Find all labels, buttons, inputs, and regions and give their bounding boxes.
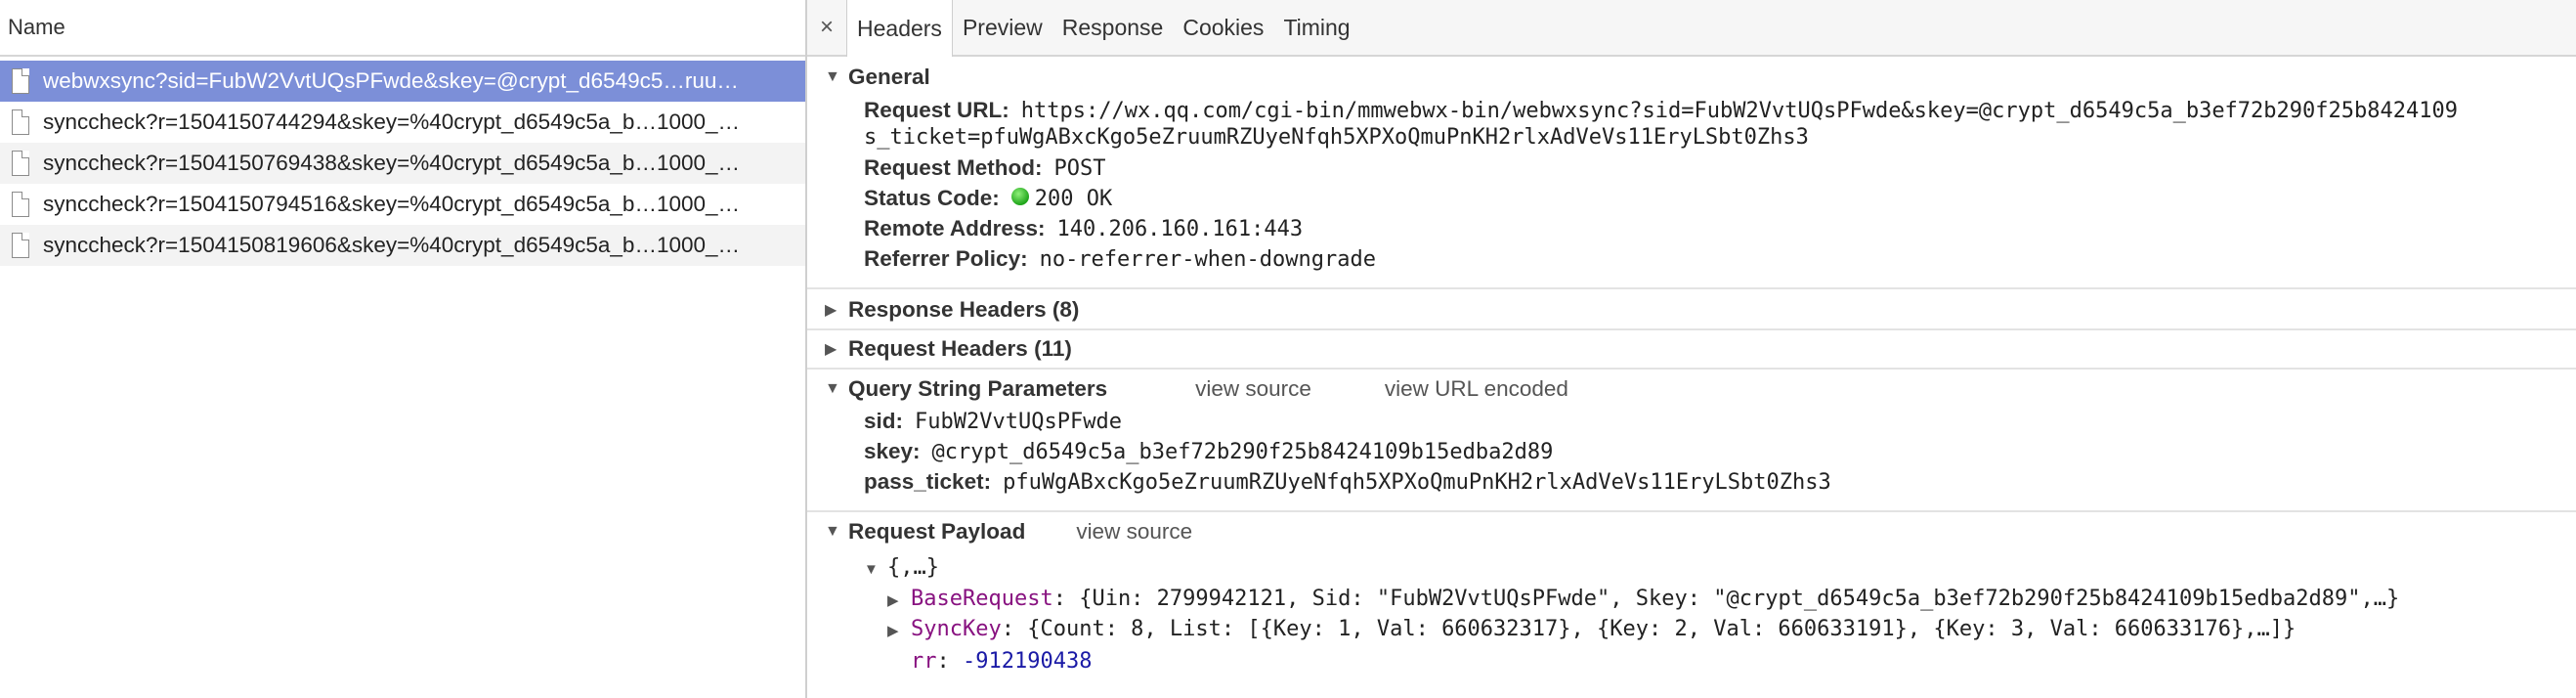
status-ok-icon — [1010, 188, 1029, 205]
query-string-title: Query String Parameters — [848, 376, 1108, 401]
document-icon — [12, 233, 29, 258]
query-view-source-link[interactable]: view source — [1195, 376, 1311, 402]
referrer-policy-label: Referrer Policy: — [864, 246, 1028, 271]
request-method-row: Request Method: POST — [864, 155, 1105, 181]
query-param-key: skey: — [864, 439, 921, 463]
response-headers-section[interactable]: ▶ Response Headers (8) — [807, 294, 2576, 326]
remote-address-row: Remote Address: 140.206.160.161:443 — [864, 216, 1303, 241]
request-url-row: Request URL: https://wx.qq.com/cgi-bin/m… — [864, 98, 2458, 123]
remote-address-label: Remote Address: — [864, 216, 1046, 240]
network-request-list: Name webwxsync?sid=FubW2VvtUQsPFwde&skey… — [0, 0, 807, 698]
section-divider — [807, 510, 2576, 512]
request-name: synccheck?r=1504150794516&skey=%40crypt_… — [43, 192, 741, 216]
payload-value: {Count: 8, List: [{Key: 1, Val: 66063231… — [1027, 617, 2297, 641]
payload-key: rr — [911, 649, 937, 674]
payload-view-source-link[interactable]: view source — [1076, 519, 1192, 545]
request-name: synccheck?r=1504150769438&skey=%40crypt_… — [43, 151, 741, 175]
section-divider — [807, 287, 2576, 289]
section-divider — [807, 328, 2576, 330]
request-url-label: Request URL: — [864, 98, 1009, 122]
document-icon — [12, 109, 29, 135]
payload-base-request[interactable]: ▶ BaseRequest: {Uin: 2799942121, Sid: "Fu… — [887, 587, 2399, 611]
status-code-row: Status Code: 200 OK — [864, 186, 1112, 211]
request-method-value: POST — [1053, 156, 1106, 181]
status-code-value: 200 OK — [1034, 187, 1113, 211]
request-payload-title: Request Payload — [848, 519, 1026, 544]
request-name: webwxsync?sid=FubW2VvtUQsPFwde&skey=@cry… — [43, 68, 739, 93]
request-headers-title: Request Headers (11) — [848, 336, 1072, 361]
status-code-label: Status Code: — [864, 186, 1000, 210]
query-param-row: skey: @crypt_d6549c5a_b3ef72b290f25b8424… — [864, 439, 1553, 464]
request-row-synccheck-3[interactable]: synccheck?r=1504150794516&skey=%40crypt_… — [0, 184, 805, 225]
query-param-key: pass_ticket: — [864, 469, 992, 494]
query-param-key: sid: — [864, 409, 904, 433]
request-row-synccheck-2[interactable]: synccheck?r=1504150769438&skey=%40crypt_… — [0, 143, 805, 184]
general-title: General — [848, 65, 930, 89]
section-divider — [807, 368, 2576, 370]
expanded-triangle-icon: ▼ — [825, 380, 840, 397]
document-icon — [12, 192, 29, 217]
remote-address-value: 140.206.160.161:443 — [1056, 217, 1304, 241]
query-param-value: FubW2VvtUQsPFwde — [915, 410, 1122, 434]
payload-sync-key[interactable]: ▶ SyncKey: {Count: 8, List: [{Key: 1, Val… — [887, 617, 2296, 641]
request-row-webwxsync[interactable]: webwxsync?sid=FubW2VvtUQsPFwde&skey=@cry… — [0, 61, 805, 102]
response-headers-title: Response Headers (8) — [848, 297, 1080, 322]
document-icon — [12, 68, 29, 94]
expanded-triangle-icon: ▼ — [864, 561, 879, 578]
collapsed-triangle-icon: ▶ — [825, 302, 837, 319]
payload-key: BaseRequest — [911, 587, 1053, 611]
query-param-value: @crypt_d6549c5a_b3ef72b290f25b8424109b15… — [931, 440, 1554, 464]
request-details-panel: × Headers Preview Response Cookies Timin… — [807, 0, 2576, 698]
payload-number-value: -912190438 — [963, 649, 1093, 674]
referrer-policy-value: no-referrer-when-downgrade — [1039, 247, 1376, 272]
request-method-label: Request Method: — [864, 155, 1043, 180]
query-param-value: pfuWgABxcKgo5eZruumRZUyeNfqh5XPXoQmuPnKH… — [1003, 470, 1831, 495]
details-tab-bar: × Headers Preview Response Cookies Timin… — [807, 0, 2576, 57]
request-row-synccheck-1[interactable]: synccheck?r=1504150744294&skey=%40crypt_… — [0, 102, 805, 143]
tab-timing[interactable]: Timing — [1273, 0, 1359, 55]
collapsed-triangle-icon: ▶ — [825, 341, 837, 358]
request-payload-section[interactable]: ▼ Request Payload view source — [807, 516, 2576, 547]
expanded-triangle-icon: ▼ — [825, 68, 840, 85]
expanded-triangle-icon: ▼ — [825, 523, 840, 540]
query-param-row: sid: FubW2VvtUQsPFwde — [864, 409, 1122, 434]
collapsed-triangle-icon: ▶ — [887, 592, 899, 609]
tab-cookies[interactable]: Cookies — [1173, 0, 1273, 55]
payload-rr: rr: -912190438 — [911, 649, 1093, 674]
close-icon[interactable]: × — [807, 0, 846, 55]
name-column-label: Name — [8, 15, 65, 39]
query-string-section[interactable]: ▼ Query String Parameters view source vi… — [807, 373, 2576, 405]
payload-value: {Uin: 2799942121, Sid: "FubW2VvtUQsPFwde… — [1079, 587, 2400, 611]
payload-root[interactable]: ▼ {,…} — [864, 555, 939, 580]
tab-preview[interactable]: Preview — [953, 0, 1052, 55]
request-url-value-line2: s_ticket=pfuWgABxcKgo5eZruumRZUyeNfqh5XP… — [864, 125, 1809, 150]
collapsed-triangle-icon: ▶ — [887, 623, 899, 639]
payload-root-value: {,…} — [887, 555, 939, 580]
name-column-header[interactable]: Name — [0, 0, 805, 57]
tab-response[interactable]: Response — [1052, 0, 1174, 55]
request-url-continuation: s_ticket=pfuWgABxcKgo5eZruumRZUyeNfqh5XP… — [864, 125, 1809, 150]
payload-key: SyncKey — [911, 617, 1002, 641]
request-headers-section[interactable]: ▶ Request Headers (11) — [807, 333, 2576, 365]
referrer-policy-row: Referrer Policy: no-referrer-when-downgr… — [864, 246, 1376, 272]
general-section-header[interactable]: ▼ General — [807, 63, 2576, 92]
document-icon — [12, 151, 29, 176]
request-row-synccheck-4[interactable]: synccheck?r=1504150819606&skey=%40crypt_… — [0, 225, 805, 266]
request-url-value: https://wx.qq.com/cgi-bin/mmwebwx-bin/we… — [1020, 99, 2458, 123]
request-name: synccheck?r=1504150744294&skey=%40crypt_… — [43, 109, 741, 134]
request-name: synccheck?r=1504150819606&skey=%40crypt_… — [43, 233, 741, 257]
tab-headers[interactable]: Headers — [846, 0, 953, 57]
view-url-encoded-link[interactable]: view URL encoded — [1385, 376, 1568, 402]
query-param-row: pass_ticket: pfuWgABxcKgo5eZruumRZUyeNfq… — [864, 469, 1831, 495]
